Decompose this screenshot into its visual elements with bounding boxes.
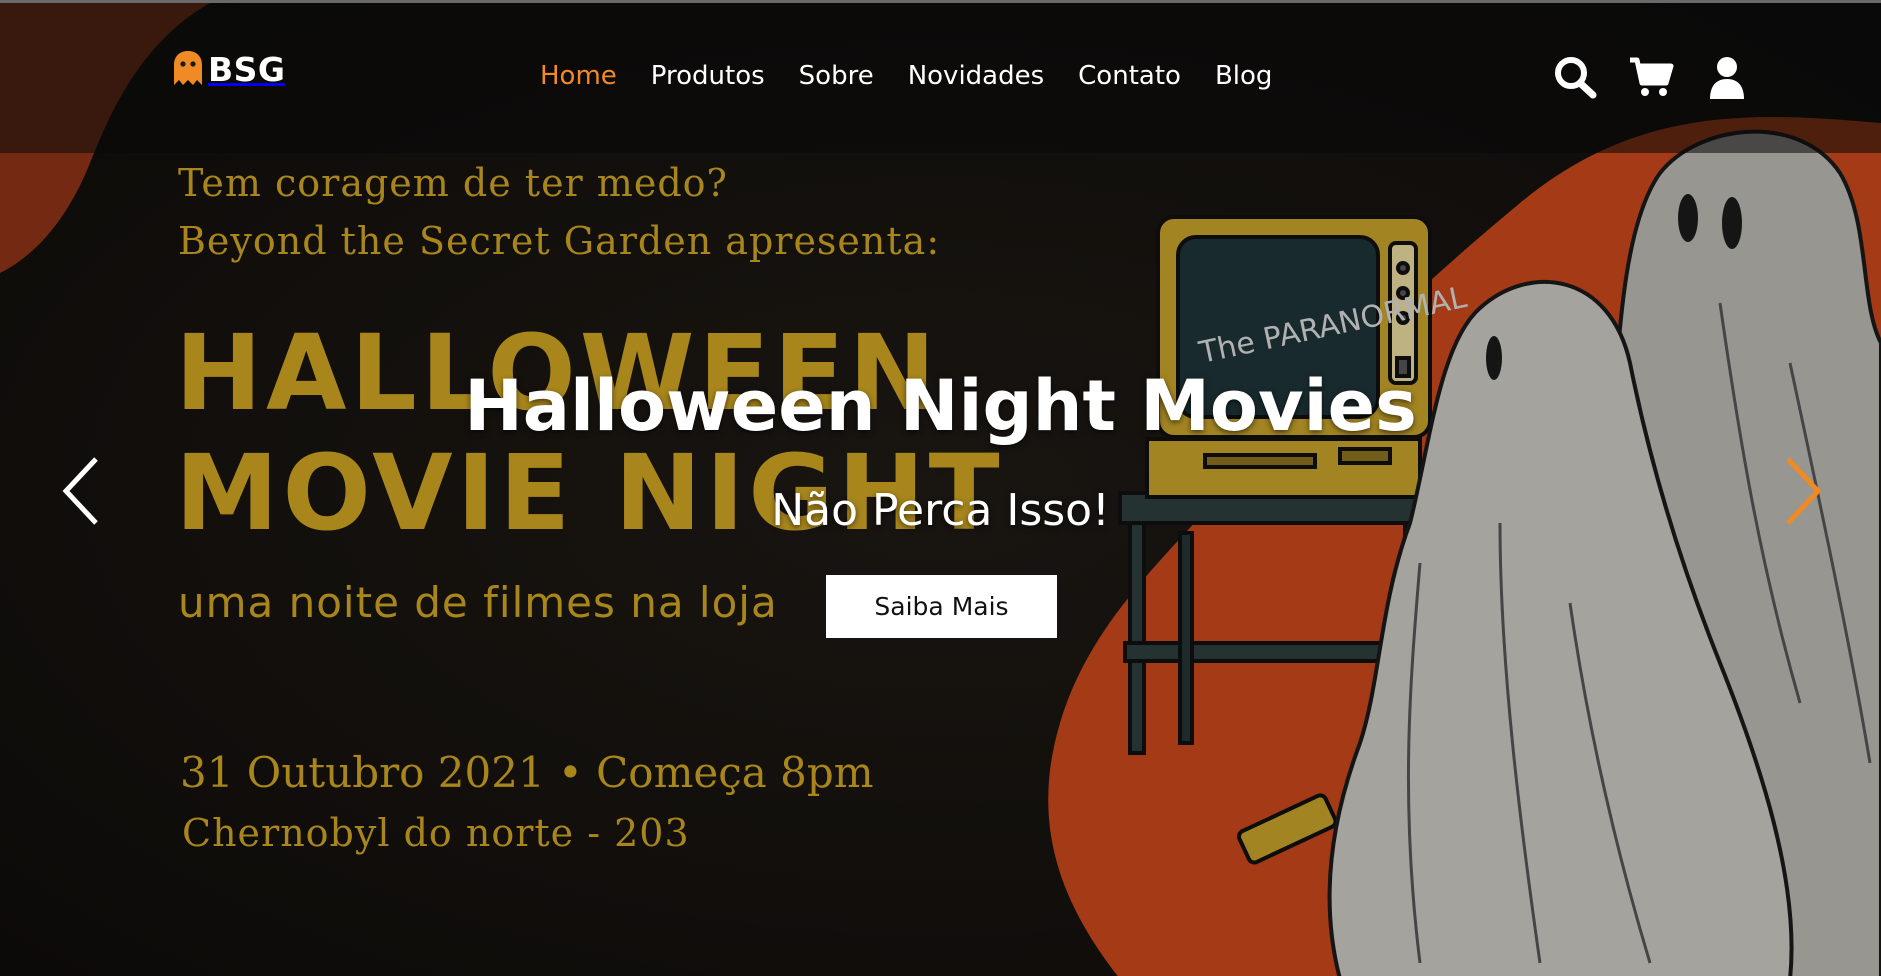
main-nav: Home Produtos Sobre Novidades Contato Bl… [540,61,1272,91]
poster-presents: Beyond the Secret Garden apresenta: [178,219,941,263]
top-navbar: BSG Home Produtos Sobre Novidades Contat… [0,3,1881,153]
user-icon[interactable] [1704,55,1750,99]
nav-contato[interactable]: Contato [1078,61,1181,91]
brand-logo[interactable]: BSG [172,49,286,87]
poster-place: Chernobyl do norte - 203 [182,811,690,855]
chevron-right-icon[interactable] [1780,455,1824,527]
nav-sobre[interactable]: Sobre [799,61,874,91]
chevron-left-icon[interactable] [60,455,104,527]
nav-icon-group [1552,55,1750,99]
nav-novidades[interactable]: Novidades [908,61,1044,91]
nav-produtos[interactable]: Produtos [651,61,765,91]
brand-name: BSG [208,50,286,89]
saiba-mais-button[interactable]: Saiba Mais [826,575,1057,638]
cart-icon[interactable] [1628,55,1674,99]
poster-subline: uma noite de filmes na loja [178,578,778,627]
poster-tagline: Tem coragem de ter medo? [178,161,728,205]
poster-date: 31 Outubro 2021 • Começa 8pm [180,748,874,797]
ghost-icon [174,51,202,85]
nav-home[interactable]: Home [540,61,617,91]
page: The PARANORMAL Tem coragem de ter medo? … [0,0,1881,976]
carousel-title: Halloween Night Movies [464,365,1417,447]
search-icon[interactable] [1552,55,1598,99]
nav-blog[interactable]: Blog [1215,61,1272,91]
carousel-subtitle: Não Perca Isso! [771,485,1110,536]
